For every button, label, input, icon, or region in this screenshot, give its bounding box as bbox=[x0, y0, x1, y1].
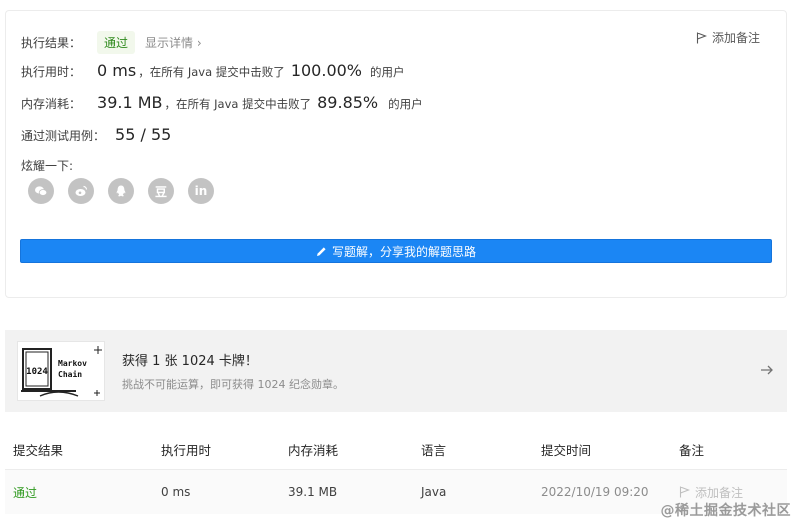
flag-icon bbox=[696, 31, 707, 43]
douban-icon[interactable]: 豆 bbox=[148, 178, 174, 204]
row-add-note-button[interactable]: 添加备注 bbox=[679, 484, 779, 501]
header-submit-time: 提交时间 bbox=[541, 443, 592, 458]
show-details-link[interactable]: 显示详情 › bbox=[145, 34, 202, 51]
row-memory: 39.1 MB bbox=[288, 485, 338, 499]
header-runtime: 执行用时 bbox=[161, 443, 212, 458]
add-note-label: 添加备注 bbox=[711, 31, 760, 45]
add-note-button[interactable]: 添加备注 bbox=[696, 29, 760, 46]
weibo-icon[interactable] bbox=[68, 178, 94, 204]
table-header: 提交结果 执行用时 内存消耗 语言 提交时间 备注 bbox=[5, 430, 787, 470]
header-note: 备注 bbox=[679, 443, 705, 458]
row-language: Java bbox=[421, 485, 447, 499]
submission-result-card: 执行结果： 通过 显示详情 › 添加备注 执行用时： 0 ms ，在所有 Jav… bbox=[5, 10, 787, 298]
memory-label: 内存消耗： bbox=[21, 97, 82, 111]
arrow-right-icon[interactable] bbox=[759, 362, 775, 378]
memory-row: 内存消耗： 39.1 MB ，在所有 Java 提交中击败了 89.85% 的用… bbox=[21, 93, 423, 112]
memory-percent: 89.85% bbox=[317, 93, 379, 112]
runtime-suffix: 的用户 bbox=[370, 65, 405, 79]
header-memory: 内存消耗 bbox=[288, 443, 339, 458]
card-text-markov: Markov bbox=[58, 359, 87, 368]
status-row: 执行结果： 通过 显示详情 › bbox=[21, 31, 202, 54]
header-language: 语言 bbox=[421, 443, 447, 458]
markov-chain-card-image: 1024 Markov Chain bbox=[17, 341, 105, 401]
memory-mid-text: ，在所有 Java 提交中击败了 bbox=[164, 97, 312, 111]
card-number: 1024 bbox=[26, 367, 48, 377]
linkedin-icon[interactable]: in bbox=[188, 178, 214, 204]
chevron-right-icon: › bbox=[196, 36, 202, 50]
tests-label: 通过测试用例： bbox=[21, 129, 106, 143]
card-promo-banner[interactable]: 1024 Markov Chain 获得 1 张 1024 卡牌！ 挑战不可能运… bbox=[5, 330, 787, 412]
wechat-icon[interactable] bbox=[28, 178, 54, 204]
write-solution-label: 写题解，分享我的解题思路 bbox=[331, 244, 476, 259]
qq-icon[interactable] bbox=[108, 178, 134, 204]
tests-row: 通过测试用例： 55 / 55 bbox=[21, 125, 173, 144]
runtime-label: 执行用时： bbox=[21, 65, 82, 79]
status-badge: 通过 bbox=[97, 31, 136, 54]
row-status-link[interactable]: 通过 bbox=[5, 484, 161, 501]
status-label: 执行结果： bbox=[21, 36, 82, 50]
runtime-row: 执行用时： 0 ms ，在所有 Java 提交中击败了 100.00% 的用户 bbox=[21, 61, 405, 80]
promo-title: 获得 1 张 1024 卡牌！ bbox=[122, 354, 258, 369]
pencil-icon bbox=[316, 246, 326, 256]
tests-value: 55 / 55 bbox=[115, 125, 172, 144]
runtime-percent: 100.00% bbox=[290, 61, 362, 80]
runtime-value: 0 ms bbox=[97, 61, 137, 80]
show-details-label: 显示详情 bbox=[145, 36, 194, 50]
flag-icon bbox=[679, 486, 690, 498]
card-text-chain: Chain bbox=[58, 369, 82, 379]
watermark: @稀土掘金技术社区 bbox=[660, 503, 791, 519]
memory-value: 39.1 MB bbox=[97, 93, 163, 112]
memory-suffix: 的用户 bbox=[388, 97, 423, 111]
write-solution-button[interactable]: 写题解，分享我的解题思路 bbox=[20, 239, 772, 263]
header-status: 提交结果 bbox=[13, 443, 64, 458]
row-runtime: 0 ms bbox=[161, 485, 191, 499]
share-icons: 豆 in bbox=[28, 178, 214, 204]
runtime-mid-text: ，在所有 Java 提交中击败了 bbox=[138, 65, 285, 79]
row-add-note-label: 添加备注 bbox=[695, 485, 744, 500]
promo-subtitle: 挑战不可能运算，即可获得 1024 纪念勋章。 bbox=[122, 378, 344, 391]
share-row: 炫耀一下: bbox=[21, 157, 73, 174]
share-label: 炫耀一下: bbox=[21, 159, 74, 173]
row-submit-time: 2022/10/19 09:20 bbox=[541, 485, 649, 499]
